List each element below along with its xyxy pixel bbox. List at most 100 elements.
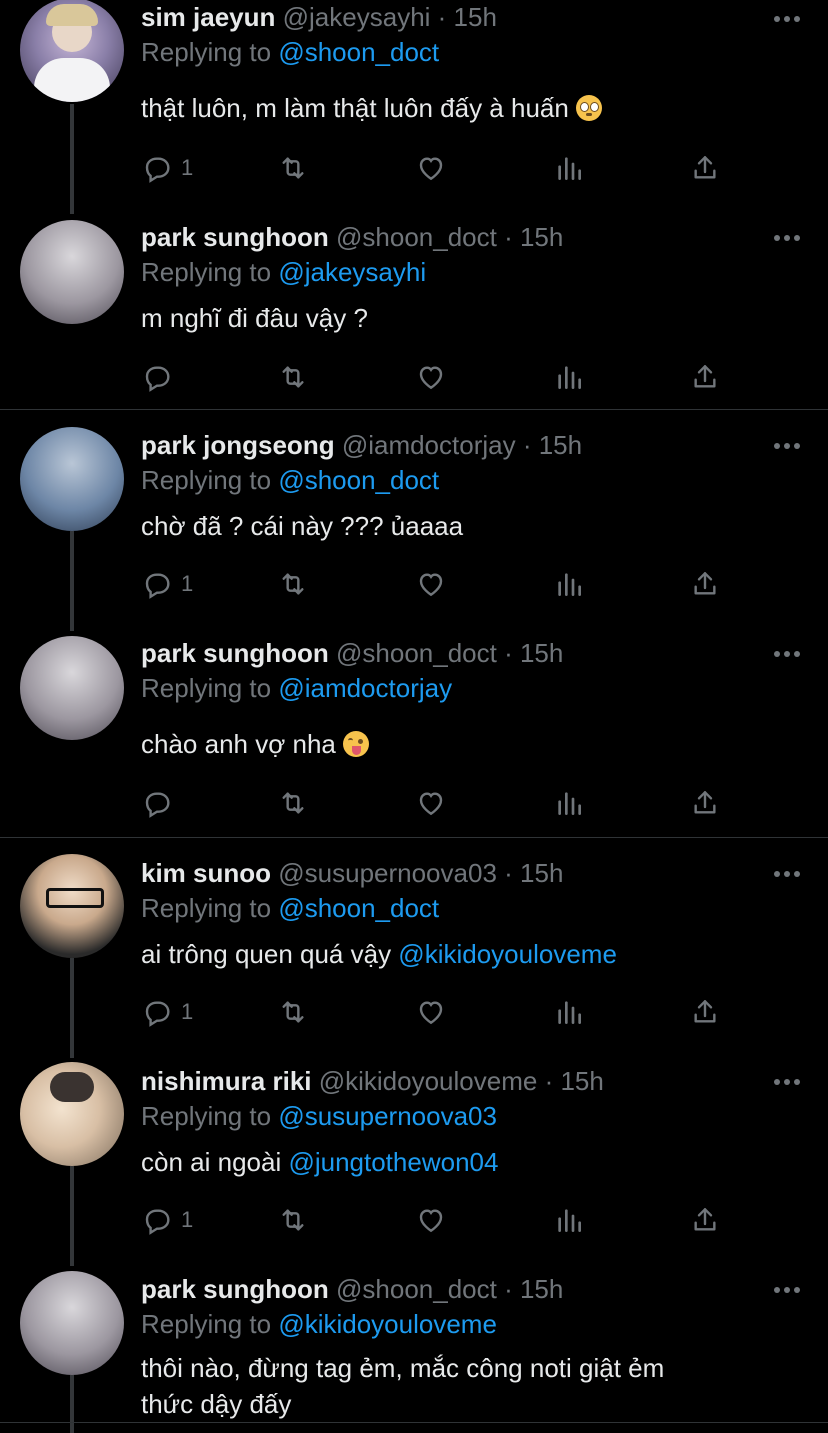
- retweet-icon: [277, 996, 309, 1028]
- replying-to: Replying to @kikidoyouloveme: [141, 1309, 497, 1339]
- display-name[interactable]: kim sunoo: [141, 858, 271, 888]
- tweet[interactable]: nishimura riki @kikidoyouloveme · 15h Re…: [0, 1054, 828, 1254]
- handle[interactable]: @jakeysayhi: [283, 2, 431, 32]
- tweet-text: thật luôn, m làm thật luôn đấy à huấn: [141, 90, 781, 126]
- display-name[interactable]: nishimura riki: [141, 1066, 312, 1096]
- handle[interactable]: @shoon_doct: [336, 1274, 497, 1304]
- timestamp[interactable]: · 15h: [504, 858, 563, 888]
- retweet-button[interactable]: [277, 567, 309, 601]
- reply-button[interactable]: [141, 360, 181, 394]
- like-button[interactable]: [415, 151, 447, 185]
- mention-link[interactable]: @shoon_doct: [278, 893, 439, 923]
- more-icon[interactable]: [774, 868, 800, 878]
- display-name[interactable]: park sunghoon: [141, 1274, 329, 1304]
- more-icon[interactable]: [774, 232, 800, 242]
- share-button[interactable]: [689, 995, 721, 1029]
- like-icon: [415, 996, 447, 1028]
- more-icon[interactable]: [774, 1076, 800, 1086]
- mention-link[interactable]: @kikidoyouloveme: [278, 1309, 497, 1339]
- views-button[interactable]: [553, 360, 585, 394]
- tweet-header: park sunghoon @shoon_doct · 15h: [141, 222, 563, 252]
- timestamp[interactable]: · 15h: [504, 638, 563, 668]
- reply-icon: [141, 996, 173, 1028]
- more-icon[interactable]: [774, 1284, 800, 1294]
- like-button[interactable]: [415, 567, 447, 601]
- timestamp[interactable]: · 15h: [438, 2, 497, 32]
- divider: [0, 837, 828, 838]
- like-button[interactable]: [415, 786, 447, 820]
- share-icon: [689, 996, 721, 1028]
- views-button[interactable]: [553, 567, 585, 601]
- reply-button[interactable]: 1: [141, 151, 193, 185]
- flushed-emoji-icon: [576, 95, 603, 121]
- more-icon[interactable]: [774, 648, 800, 658]
- mention-link[interactable]: @jungtothewon04: [288, 1147, 498, 1177]
- share-button[interactable]: [689, 1203, 721, 1237]
- tweet[interactable]: park jongseong @iamdoctorjay · 15h Reply…: [0, 418, 828, 618]
- retweet-button[interactable]: [277, 151, 309, 185]
- tweet[interactable]: sim jaeyun @jakeysayhi · 15h Replying to…: [0, 0, 828, 200]
- handle[interactable]: @kikidoyouloveme: [319, 1066, 538, 1096]
- share-button[interactable]: [689, 786, 721, 820]
- mention-link[interactable]: @jakeysayhi: [278, 257, 426, 287]
- tweet-actions: [141, 360, 741, 394]
- more-icon[interactable]: [774, 13, 800, 23]
- timestamp[interactable]: · 15h: [504, 1274, 563, 1304]
- handle[interactable]: @shoon_doct: [336, 638, 497, 668]
- tweet[interactable]: park sunghoon @shoon_doct · 15h Replying…: [0, 210, 828, 408]
- timestamp[interactable]: · 15h: [523, 430, 582, 460]
- like-button[interactable]: [415, 1203, 447, 1237]
- like-button[interactable]: [415, 995, 447, 1029]
- retweet-button[interactable]: [277, 995, 309, 1029]
- avatar[interactable]: [20, 220, 124, 324]
- mention-link[interactable]: @iamdoctorjay: [278, 673, 452, 703]
- views-button[interactable]: [553, 786, 585, 820]
- reply-icon: [141, 1204, 173, 1236]
- reply-button[interactable]: 1: [141, 1203, 193, 1237]
- tweet[interactable]: park sunghoon @shoon_doct · 15h Replying…: [0, 626, 828, 836]
- tweet[interactable]: park sunghoon @shoon_doct · 15h Replying…: [0, 1262, 828, 1433]
- avatar[interactable]: [20, 1062, 124, 1166]
- mention-link[interactable]: @kikidoyouloveme: [398, 939, 617, 969]
- views-button[interactable]: [553, 995, 585, 1029]
- share-icon: [689, 787, 721, 819]
- handle[interactable]: @shoon_doct: [336, 222, 497, 252]
- display-name[interactable]: park jongseong: [141, 430, 335, 460]
- handle[interactable]: @iamdoctorjay: [342, 430, 516, 460]
- mention-link[interactable]: @susupernoova03: [278, 1101, 497, 1131]
- avatar[interactable]: [20, 427, 124, 531]
- reply-button[interactable]: [141, 786, 181, 820]
- display-name[interactable]: sim jaeyun: [141, 2, 275, 32]
- avatar[interactable]: [20, 854, 124, 958]
- like-button[interactable]: [415, 360, 447, 394]
- display-name[interactable]: park sunghoon: [141, 222, 329, 252]
- share-button[interactable]: [689, 567, 721, 601]
- retweet-button[interactable]: [277, 360, 309, 394]
- reply-button[interactable]: 1: [141, 567, 193, 601]
- reply-icon: [141, 787, 173, 819]
- avatar[interactable]: [20, 636, 124, 740]
- tweet-actions: 1: [141, 567, 741, 601]
- timestamp[interactable]: · 15h: [504, 222, 563, 252]
- display-name[interactable]: park sunghoon: [141, 638, 329, 668]
- views-icon: [553, 787, 585, 819]
- tweet-text-line: thức dậy đấy: [141, 1389, 292, 1419]
- like-icon: [415, 568, 447, 600]
- handle[interactable]: @susupernoova03: [278, 858, 497, 888]
- replying-prefix: Replying to: [141, 465, 272, 495]
- mention-link[interactable]: @shoon_doct: [278, 465, 439, 495]
- share-button[interactable]: [689, 360, 721, 394]
- avatar[interactable]: [20, 1271, 124, 1375]
- retweet-button[interactable]: [277, 786, 309, 820]
- reply-button[interactable]: 1: [141, 995, 193, 1029]
- tweet[interactable]: kim sunoo @susupernoova03 · 15h Replying…: [0, 846, 828, 1046]
- timestamp[interactable]: · 15h: [545, 1066, 604, 1096]
- retweet-button[interactable]: [277, 1203, 309, 1237]
- views-button[interactable]: [553, 1203, 585, 1237]
- mention-link[interactable]: @shoon_doct: [278, 37, 439, 67]
- share-button[interactable]: [689, 151, 721, 185]
- more-icon[interactable]: [774, 440, 800, 450]
- views-button[interactable]: [553, 151, 585, 185]
- avatar[interactable]: [20, 0, 124, 102]
- reply-count: 1: [181, 1207, 194, 1232]
